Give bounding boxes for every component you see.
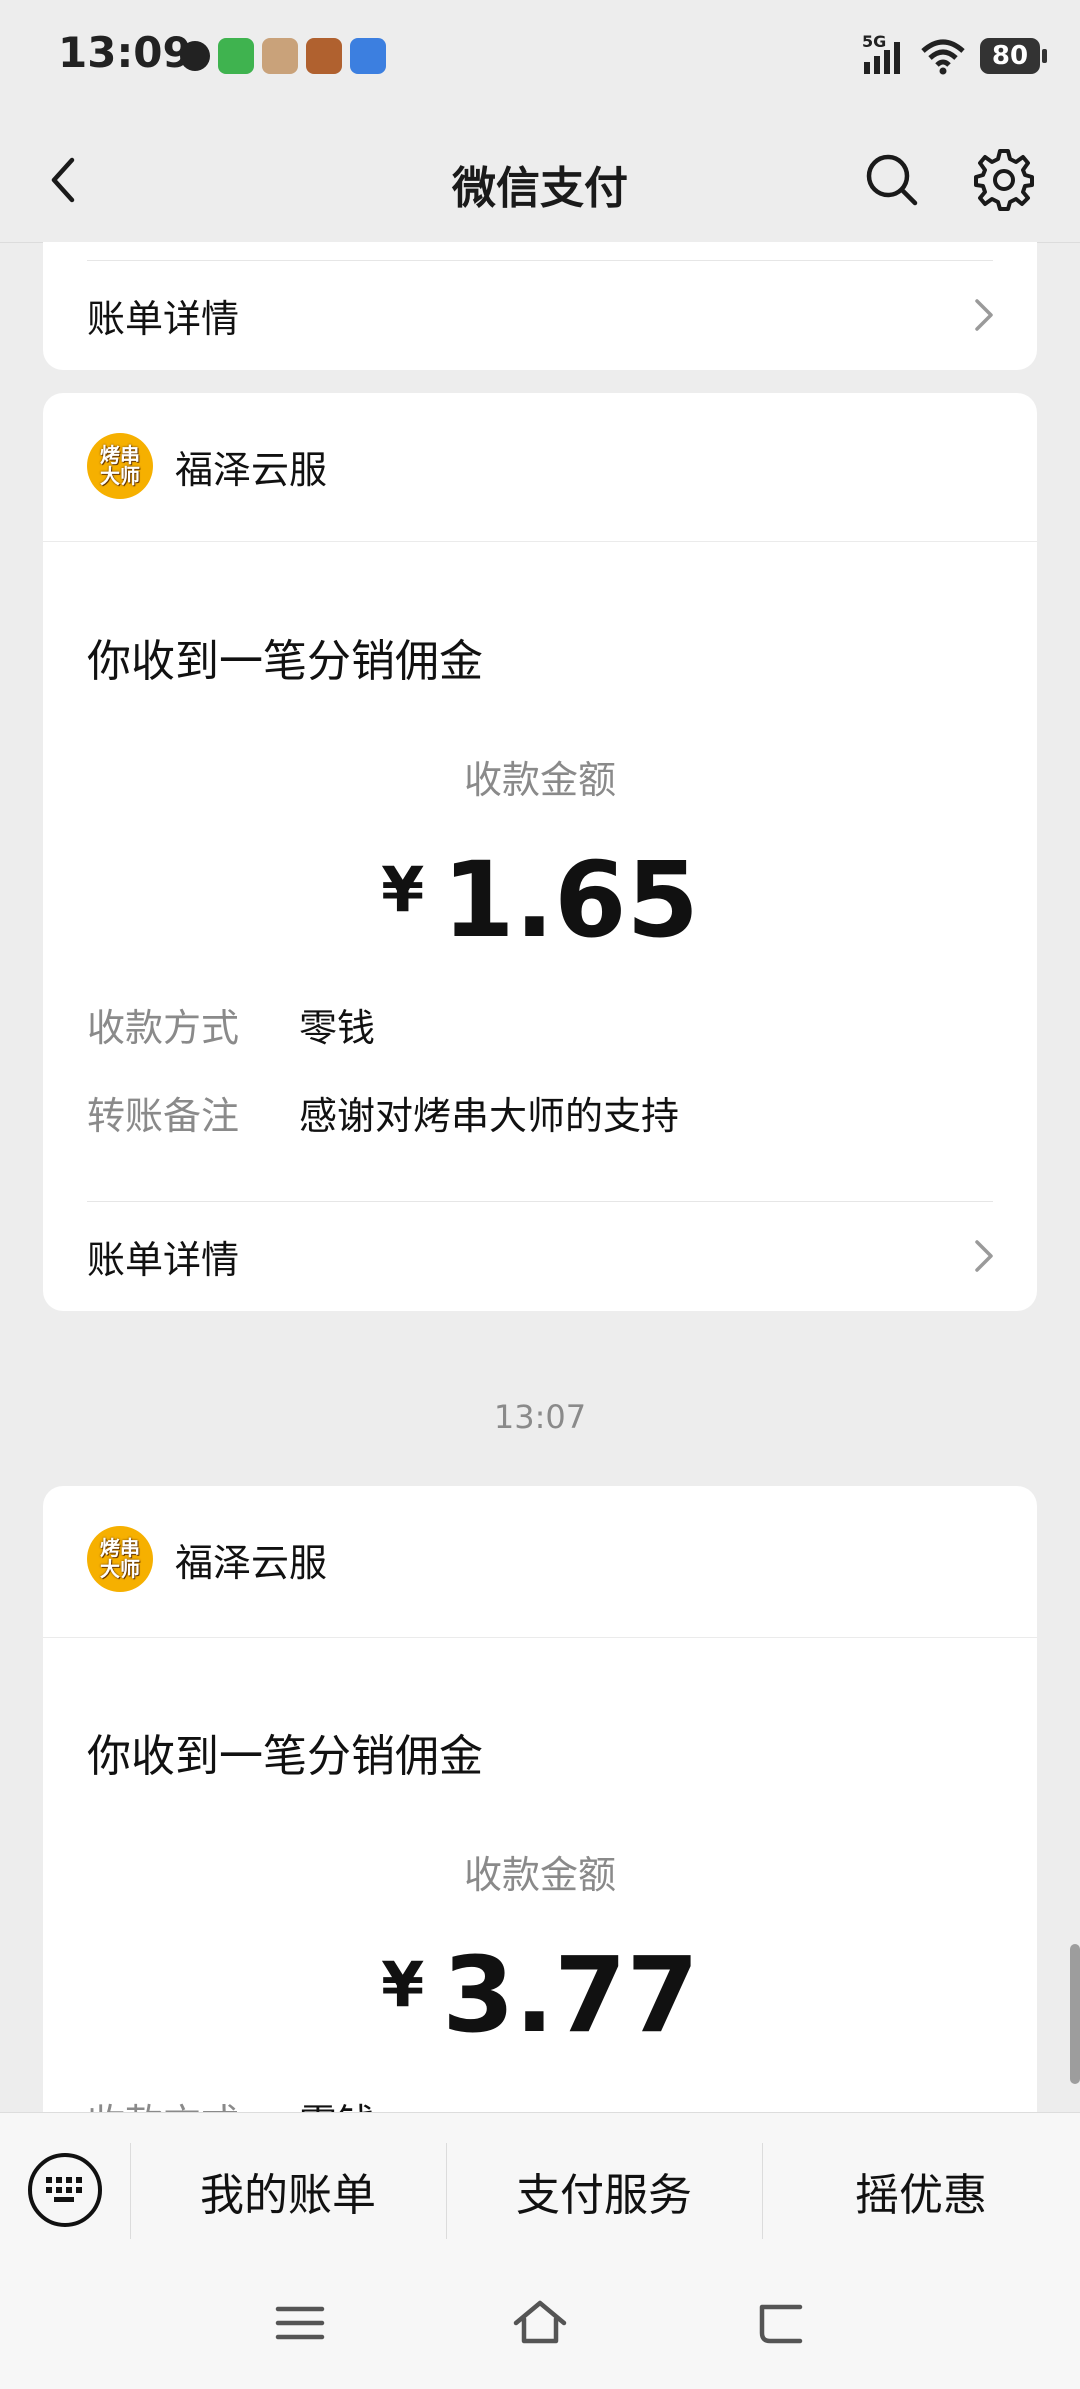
header-bar: 微信支付 bbox=[0, 118, 1080, 243]
amount: ¥3.77 bbox=[43, 1934, 1037, 2056]
search-icon[interactable] bbox=[862, 150, 922, 210]
scrollbar-thumb[interactable] bbox=[1070, 1944, 1080, 2084]
payment-card[interactable]: 烤串大师 福泽云服 你收到一笔分销佣金 收款金额 ¥3.77 收款方式 零钱 bbox=[43, 1486, 1037, 2186]
wifi-icon bbox=[921, 39, 965, 75]
payment-card[interactable]: 烤串大师 福泽云服 你收到一笔分销佣金 收款金额 ¥1.65 收款方式 零钱 转… bbox=[43, 393, 1037, 1311]
divider bbox=[43, 1637, 1037, 1638]
transfer-note-row: 转账备注 感谢对烤串大师的支持 bbox=[87, 1085, 679, 1140]
menu-shake-deals[interactable]: 摇优惠 bbox=[762, 2113, 1080, 2269]
game2-app-icon bbox=[306, 38, 342, 74]
message-title: 你收到一笔分销佣金 bbox=[87, 1731, 483, 1782]
amount-value: 1.65 bbox=[442, 839, 699, 961]
merchant-logo: 烤串大师 bbox=[87, 1526, 153, 1592]
amount-label: 收款金额 bbox=[463, 1853, 616, 1897]
status-time: 13:09 bbox=[58, 28, 192, 77]
game-app-icon bbox=[262, 38, 298, 74]
chevron-right-icon bbox=[975, 1240, 993, 1272]
payment-method-row: 收款方式 零钱 bbox=[87, 997, 375, 1052]
message-title: 你收到一笔分销佣金 bbox=[87, 636, 483, 687]
message-timestamp: 13:07 bbox=[493, 1398, 587, 1436]
merchant-name: 福泽云服 bbox=[175, 1540, 328, 1585]
currency-symbol: ¥ bbox=[381, 1948, 425, 2021]
currency-symbol: ¥ bbox=[381, 853, 425, 926]
home-icon[interactable] bbox=[510, 2293, 570, 2353]
payment-method-value: 零钱 bbox=[299, 1006, 376, 1050]
app-notification-icon bbox=[180, 41, 210, 71]
merchant-logo-text: 烤串大师 bbox=[100, 1536, 140, 1581]
menu-payment-services[interactable]: 支付服务 bbox=[446, 2113, 762, 2269]
merchant-logo-text: 烤串大师 bbox=[100, 443, 140, 488]
todo-app-icon bbox=[218, 38, 254, 74]
amount: ¥1.65 bbox=[43, 839, 1037, 961]
merchant-logo: 烤串大师 bbox=[87, 433, 153, 499]
bill-detail-label: 账单详情 bbox=[87, 296, 240, 341]
amount-value: 3.77 bbox=[442, 1934, 699, 2056]
status-app-icons bbox=[180, 38, 386, 74]
signal-icon: 5G bbox=[862, 32, 906, 76]
bill-detail-label: 账单详情 bbox=[87, 1237, 240, 1282]
previous-payment-card: 账单详情 bbox=[43, 242, 1037, 370]
transfer-note-value: 感谢对烤串大师的支持 bbox=[299, 1094, 680, 1138]
battery-icon: 80 bbox=[980, 38, 1047, 74]
merchant-header[interactable]: 烤串大师 福泽云服 bbox=[87, 433, 327, 499]
merchant-name: 福泽云服 bbox=[175, 447, 328, 492]
status-indicators: 5G 80 bbox=[862, 32, 1047, 76]
keyboard-icon[interactable] bbox=[28, 2153, 102, 2227]
status-bar: 13:09 5G 80 bbox=[0, 0, 1080, 118]
transfer-note-label: 转账备注 bbox=[87, 1094, 240, 1138]
gear-icon[interactable] bbox=[972, 148, 1036, 212]
bill-detail-link[interactable]: 账单详情 bbox=[87, 260, 997, 370]
merchant-header[interactable]: 烤串大师 福泽云服 bbox=[87, 1526, 327, 1592]
chevron-right-icon bbox=[975, 299, 993, 331]
bill-detail-link[interactable]: 账单详情 bbox=[87, 1201, 997, 1311]
divider bbox=[43, 541, 1037, 542]
battery-level: 80 bbox=[991, 41, 1029, 71]
browser-app-icon bbox=[350, 38, 386, 74]
menu-icon[interactable] bbox=[270, 2293, 330, 2353]
bottom-menu-bar: 我的账单 支付服务 摇优惠 bbox=[0, 2112, 1080, 2389]
menu-my-bills[interactable]: 我的账单 bbox=[130, 2113, 446, 2269]
return-icon[interactable] bbox=[750, 2293, 810, 2353]
payment-method-label: 收款方式 bbox=[87, 1006, 240, 1050]
amount-label: 收款金额 bbox=[463, 758, 616, 802]
